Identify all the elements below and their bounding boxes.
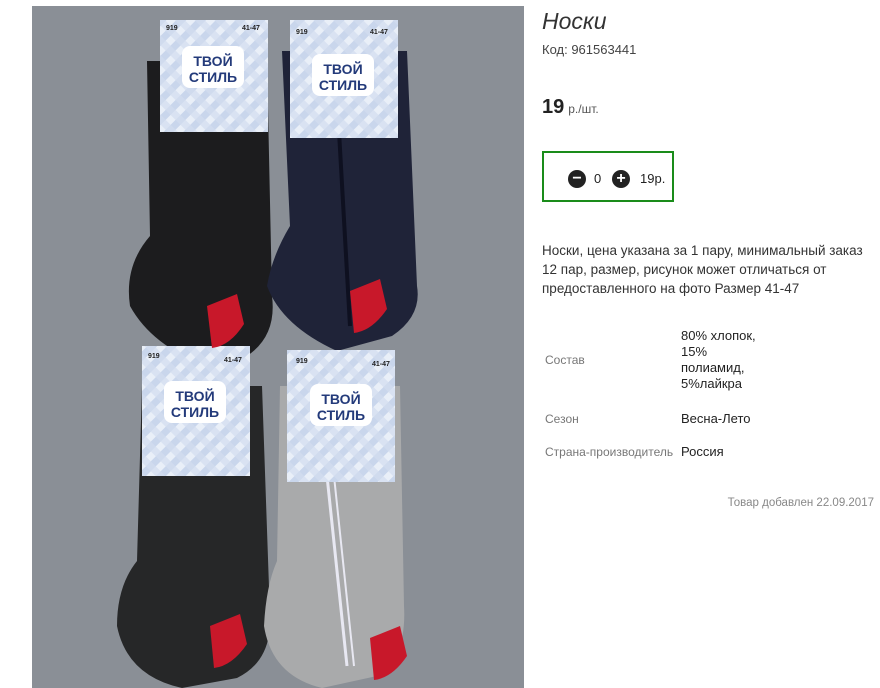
property-value: 80% хлопок, 15% полиамид, 5%лайкра: [681, 328, 756, 391]
added-date: Товар добавлен 22.09.2017: [727, 497, 874, 509]
price-unit: р./шт.: [568, 102, 599, 116]
add-to-cart-box: − 0 + 19р.: [542, 151, 674, 202]
property-label: Сезон: [545, 412, 579, 426]
label-2-brand-2: СТИЛЬ: [319, 77, 367, 93]
properties-table: Состав 80% хлопок, 15% полиамид, 5%лайкр…: [542, 318, 761, 468]
label-3-brand-2: СТИЛЬ: [171, 404, 219, 420]
label-1-model: 919: [166, 25, 178, 32]
socks-image: ТВОЙ СТИЛЬ ТВОЙ СТИЛЬ ТВОЙ СТИЛЬ ТВОЙ СТ…: [117, 20, 418, 688]
cart-sum: 19р.: [640, 171, 666, 186]
property-row: Страна-производитель Россия: [542, 436, 761, 468]
label-4-model: 919: [296, 358, 308, 365]
product-photo[interactable]: ТВОЙ СТИЛЬ ТВОЙ СТИЛЬ ТВОЙ СТИЛЬ ТВОЙ СТ…: [32, 6, 524, 688]
label-1-brand-2: СТИЛЬ: [189, 69, 237, 85]
product-description: Носки, цена указана за 1 пару, минимальн…: [542, 243, 863, 296]
label-1-size: 41-47: [242, 25, 260, 32]
label-3-size: 41-47: [224, 357, 242, 364]
label-4-size: 41-47: [372, 361, 390, 368]
property-value: Весна-Лето: [681, 411, 751, 426]
label-1-brand-1: ТВОЙ: [193, 52, 232, 69]
label-4-brand-2: СТИЛЬ: [317, 407, 365, 423]
product-title: Носки: [542, 8, 607, 34]
property-label: Страна-производитель: [545, 445, 674, 459]
minus-icon[interactable]: −: [568, 170, 586, 188]
label-2-size: 41-47: [370, 29, 388, 36]
label-3-brand-1: ТВОЙ: [175, 387, 214, 404]
label-2-model: 919: [296, 29, 308, 36]
product-code: Код: 961563441: [542, 42, 637, 57]
quantity-value[interactable]: 0: [594, 171, 601, 186]
price-value: 19: [542, 96, 565, 118]
property-value: Россия: [681, 444, 724, 459]
label-3-model: 919: [148, 353, 160, 360]
product-price: 19 р./шт.: [542, 96, 599, 119]
plus-icon[interactable]: +: [612, 170, 630, 188]
label-2-brand-1: ТВОЙ: [323, 60, 362, 77]
property-label: Состав: [545, 353, 585, 367]
property-row: Состав 80% хлопок, 15% полиамид, 5%лайкр…: [542, 318, 761, 402]
label-4-brand-1: ТВОЙ: [321, 390, 360, 407]
property-row: Сезон Весна-Лето: [542, 402, 761, 436]
